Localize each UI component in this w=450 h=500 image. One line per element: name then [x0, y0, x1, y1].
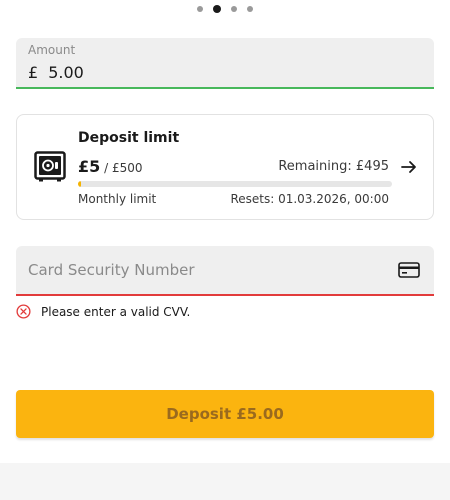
cvv-field[interactable]: [16, 246, 434, 296]
limit-progress-bar: [78, 181, 392, 187]
cvv-error: Please enter a valid CVV.: [16, 304, 190, 319]
limit-progress-fill: [78, 181, 82, 187]
credit-card-icon: [398, 262, 420, 278]
page-dot-active[interactable]: [213, 5, 221, 13]
page-dot[interactable]: [231, 6, 237, 12]
page-indicator: [0, 5, 450, 13]
amount-label: Amount: [28, 43, 76, 57]
limit-total: / £500: [104, 161, 143, 175]
safe-icon: [34, 151, 66, 182]
limit-remaining: Remaining: £495: [278, 159, 389, 174]
cvv-error-message: Please enter a valid CVV.: [41, 304, 191, 319]
amount-field[interactable]: Amount £ 5.00: [16, 38, 434, 89]
deposit-button[interactable]: Deposit £5.00: [16, 390, 434, 438]
limit-used: £5: [78, 157, 101, 176]
currency-symbol: £: [28, 63, 39, 82]
limit-period: Monthly limit: [78, 192, 157, 206]
limit-amount: £5 / £500: [78, 157, 143, 176]
amount-value-row[interactable]: £ 5.00: [28, 63, 84, 82]
page-dot[interactable]: [197, 6, 203, 12]
deposit-limit-card[interactable]: Deposit limit £5 / £500 Remaining: £495 …: [16, 114, 434, 220]
error-circle-icon: [16, 304, 31, 319]
footer-area: [0, 463, 450, 500]
page-dot[interactable]: [247, 6, 253, 12]
limit-resets: Resets: 01.03.2026, 00:00: [230, 192, 389, 206]
arrow-right-icon[interactable]: [399, 157, 419, 177]
deposit-limit-title: Deposit limit: [78, 130, 180, 146]
cvv-input[interactable]: [16, 246, 386, 294]
amount-value[interactable]: 5.00: [48, 63, 84, 82]
